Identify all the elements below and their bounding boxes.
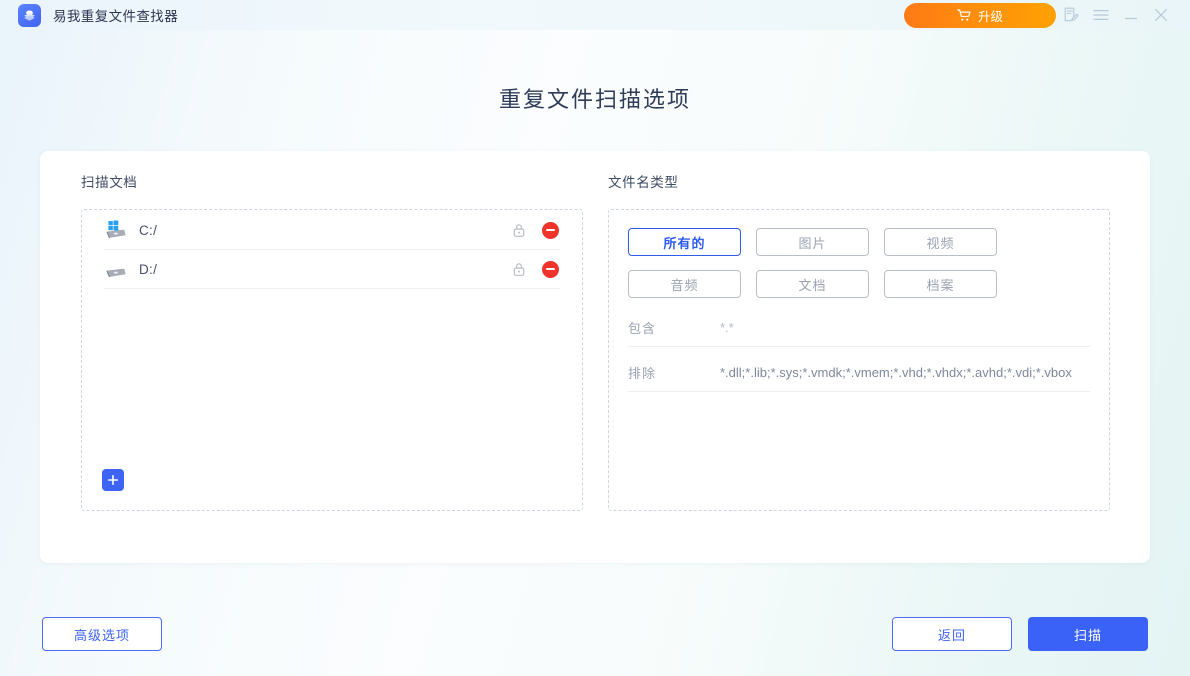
page-title: 重复文件扫描选项 xyxy=(0,82,1190,114)
drive-name: D:/ xyxy=(139,262,508,277)
app-logo-icon xyxy=(18,4,41,27)
plus-icon xyxy=(107,474,119,486)
drive-icon xyxy=(104,258,128,280)
table-row[interactable]: D:/ xyxy=(104,250,560,289)
close-button[interactable] xyxy=(1146,0,1176,30)
cart-icon xyxy=(957,9,971,22)
file-type-chip-audio[interactable]: 音频 xyxy=(628,270,741,298)
scan-button[interactable]: 扫描 xyxy=(1028,617,1148,651)
drive-name: C:/ xyxy=(139,223,508,238)
drive-list-box: C:/ D:/ xyxy=(81,209,583,511)
upgrade-button-label: 升级 xyxy=(978,6,1003,25)
title-bar: 易我重复文件查找器 升级 xyxy=(0,0,1190,30)
file-type-chip-archives[interactable]: 档案 xyxy=(884,270,997,298)
include-filter-row[interactable]: 包含 *.* xyxy=(628,309,1090,347)
file-type-chip-all[interactable]: 所有的 xyxy=(628,228,741,256)
file-type-chip-images[interactable]: 图片 xyxy=(756,228,869,256)
minimize-button[interactable] xyxy=(1116,0,1146,30)
remove-circle-icon[interactable] xyxy=(542,261,559,278)
file-types-label: 文件名类型 xyxy=(608,171,1094,191)
app-title: 易我重复文件查找器 xyxy=(53,5,178,25)
advanced-options-button[interactable]: 高级选项 xyxy=(42,617,162,651)
scan-documents-section: 扫描文档 C:/ xyxy=(40,151,567,563)
remove-circle-icon[interactable] xyxy=(542,222,559,239)
footer-actions: 高级选项 返回 扫描 xyxy=(0,617,1190,651)
file-type-chip-videos[interactable]: 视频 xyxy=(884,228,997,256)
windows-drive-icon xyxy=(104,219,128,241)
table-row[interactable]: C:/ xyxy=(104,211,560,250)
exclude-input[interactable]: *.dll;*.lib;*.sys;*.vmdk;*.vmem;*.vhd;*.… xyxy=(720,365,1090,380)
hamburger-menu-icon[interactable] xyxy=(1086,0,1116,30)
feedback-document-icon[interactable] xyxy=(1056,0,1086,30)
exclude-filter-row[interactable]: 排除 *.dll;*.lib;*.sys;*.vmdk;*.vmem;*.vhd… xyxy=(628,354,1090,392)
scan-documents-label: 扫描文档 xyxy=(81,171,567,191)
options-card: 扫描文档 C:/ xyxy=(40,151,1150,563)
add-folder-button[interactable] xyxy=(102,469,124,491)
include-label: 包含 xyxy=(628,318,720,337)
lock-icon[interactable] xyxy=(508,219,530,241)
file-types-section: 文件名类型 所有的 图片 视频 音频 文档 档案 包含 *.* 排除 *.dll… xyxy=(567,151,1094,563)
lock-icon[interactable] xyxy=(508,258,530,280)
file-type-chip-group: 所有的 图片 视频 音频 文档 档案 xyxy=(628,228,1090,298)
upgrade-button[interactable]: 升级 xyxy=(904,3,1056,28)
exclude-label: 排除 xyxy=(628,363,720,382)
back-button[interactable]: 返回 xyxy=(892,617,1012,651)
file-types-box: 所有的 图片 视频 音频 文档 档案 包含 *.* 排除 *.dll;*.lib… xyxy=(608,209,1110,511)
include-input[interactable]: *.* xyxy=(720,320,1090,335)
file-type-chip-documents[interactable]: 文档 xyxy=(756,270,869,298)
